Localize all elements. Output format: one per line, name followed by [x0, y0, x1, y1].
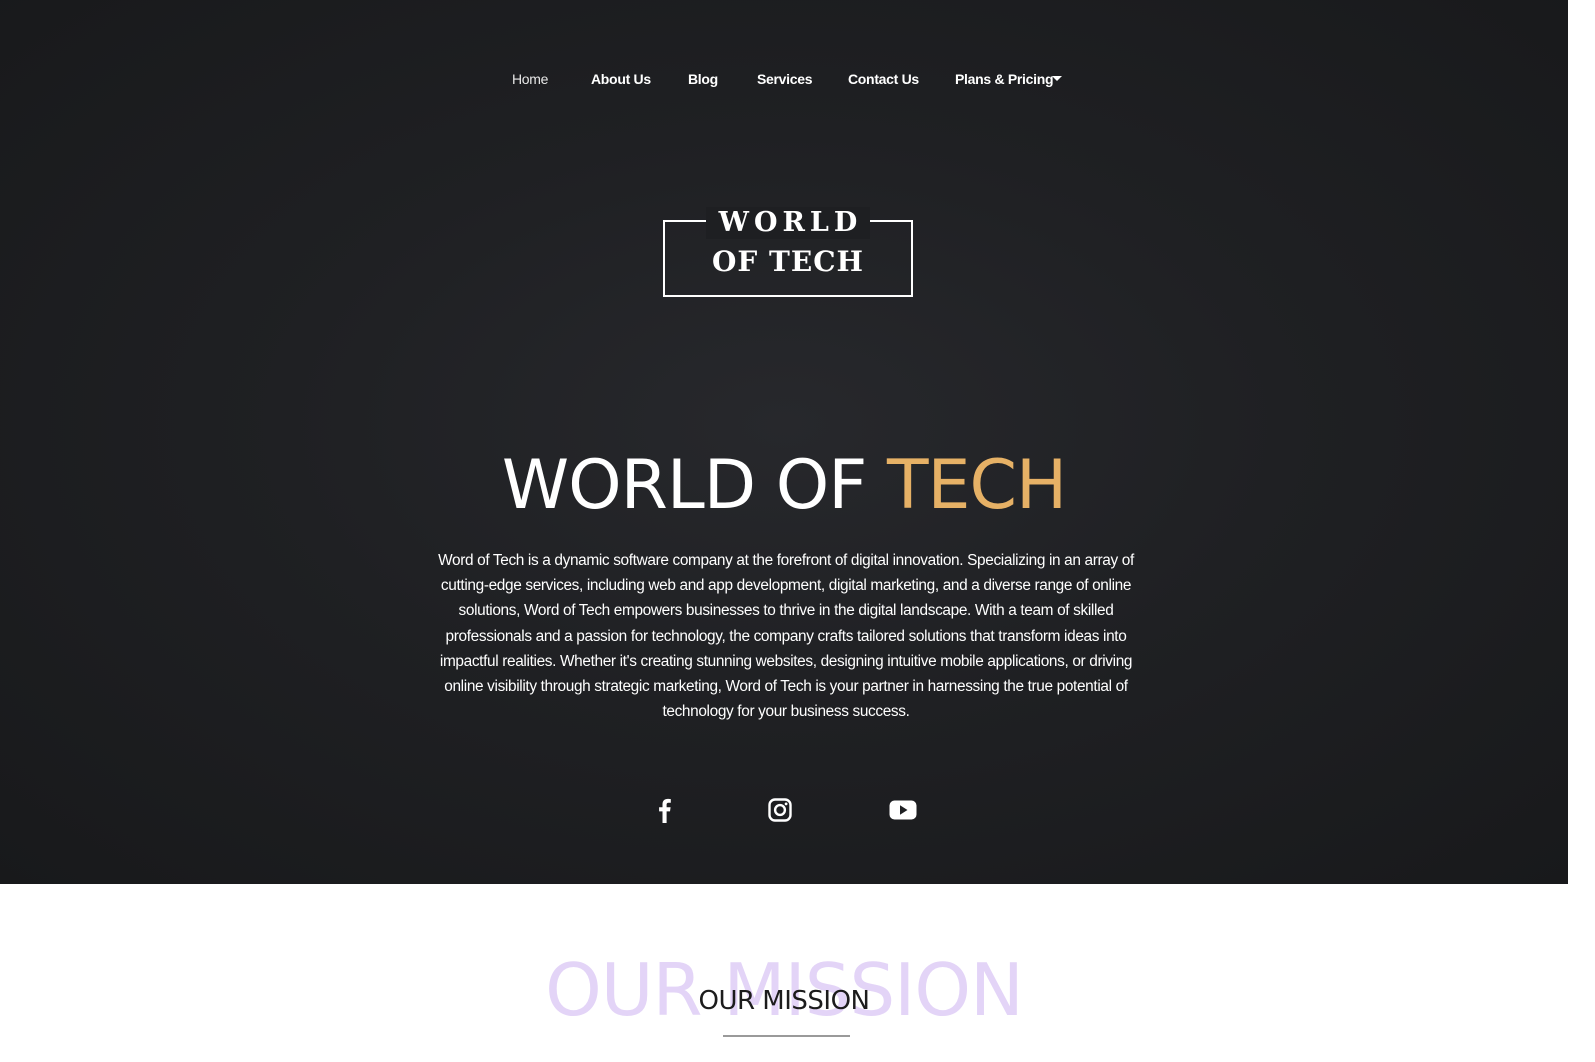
hero-section: Home About Us Blog Services Contact Us P… [0, 0, 1568, 884]
logo-line-2: OF TECH [712, 245, 864, 278]
nav-about-us[interactable]: About Us [591, 66, 651, 92]
hero-description: Word of Tech is a dynamic software compa… [438, 552, 1134, 721]
nav-home[interactable]: Home [512, 66, 548, 92]
logo-line-1: WORLD [706, 207, 870, 239]
logo[interactable]: WORLD OF TECH [663, 207, 913, 297]
hero-title: WORLD OF TECH [0, 444, 1568, 528]
nav-blog[interactable]: Blog [688, 66, 718, 92]
youtube-icon[interactable] [886, 793, 920, 827]
nav-plans-pricing[interactable]: Plans & Pricing [955, 66, 1054, 92]
hero-title-accent: TECH [887, 446, 1067, 525]
chevron-down-icon[interactable] [1052, 76, 1062, 81]
mission-divider [723, 1035, 850, 1037]
mission-title: OUR MISSION [698, 986, 870, 1016]
instagram-icon[interactable] [763, 793, 797, 827]
nav-contact-us[interactable]: Contact Us [848, 66, 919, 92]
nav-services[interactable]: Services [757, 66, 813, 92]
hero-title-main: WORLD OF [501, 446, 887, 525]
main-nav: Home About Us Blog Services Contact Us P… [0, 66, 1568, 92]
scrollbar[interactable] [1568, 0, 1595, 1062]
facebook-icon[interactable] [647, 793, 681, 827]
